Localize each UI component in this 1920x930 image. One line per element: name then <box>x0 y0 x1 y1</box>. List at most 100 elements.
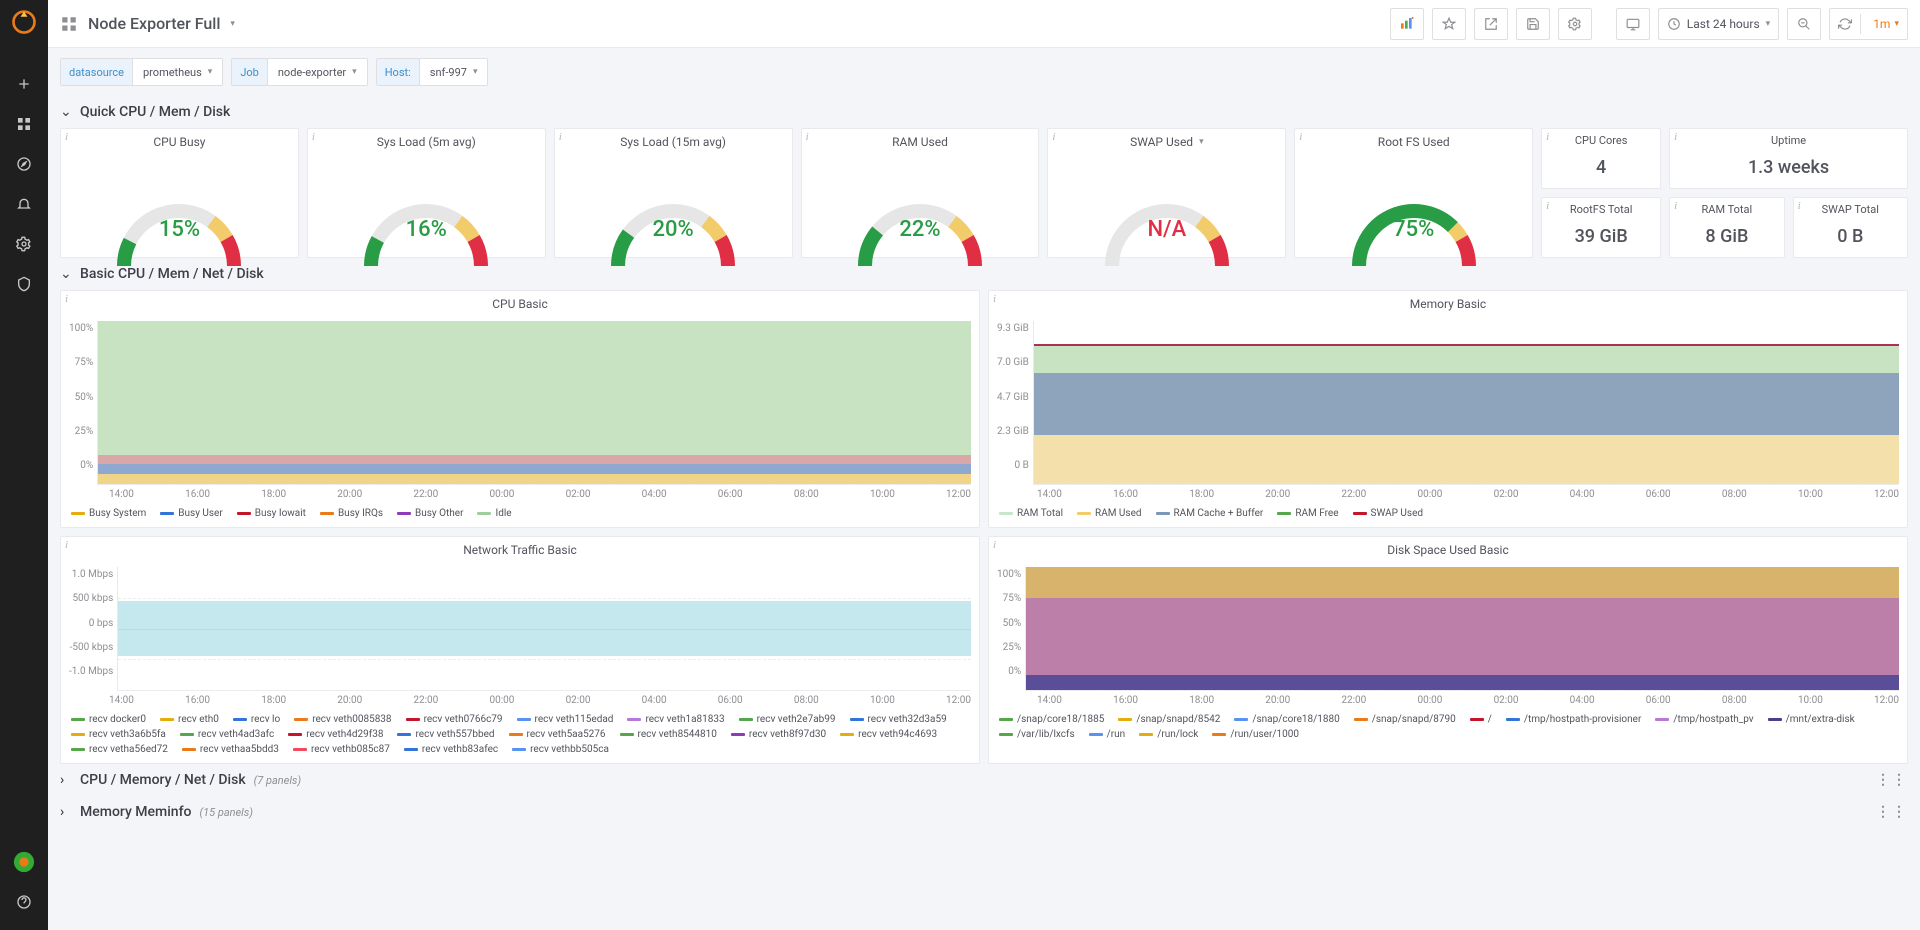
panel-info-icon[interactable]: i <box>65 539 68 551</box>
legend-item[interactable]: /tmp/hostpath-provisioner <box>1506 714 1641 725</box>
legend-item[interactable]: /run/lock <box>1139 729 1198 740</box>
legend-item[interactable]: Busy Other <box>397 508 463 519</box>
legend-item[interactable]: recv veth32d3a59 <box>850 714 947 725</box>
legend-item[interactable]: RAM Free <box>1277 508 1338 519</box>
legend-item[interactable]: Idle <box>477 508 511 519</box>
panel-info-icon[interactable]: i <box>1052 131 1055 143</box>
legend-item[interactable]: recv vetha56ed72 <box>71 744 168 755</box>
legend-item[interactable]: /snap/snapd/8790 <box>1354 714 1456 725</box>
legend-item[interactable]: /var/lib/lxcfs <box>999 729 1075 740</box>
var-datasource[interactable]: datasource prometheus▾ <box>60 58 223 86</box>
legend-item[interactable]: RAM Total <box>999 508 1063 519</box>
panel-info-icon[interactable]: i <box>65 131 68 143</box>
legend-item[interactable]: recv veth4ad3afc <box>180 729 274 740</box>
plot-area[interactable] <box>1033 321 1899 485</box>
share-button[interactable] <box>1474 8 1508 40</box>
legend-item[interactable]: recv veth3a6b5fa <box>71 729 166 740</box>
legend-item[interactable]: recv vethbb505ca <box>512 744 609 755</box>
legend-item[interactable]: recv eth0 <box>160 714 219 725</box>
legend-item[interactable]: SWAP Used <box>1353 508 1424 519</box>
legend-item[interactable]: recv veth5aa5276 <box>509 729 606 740</box>
legend-item[interactable]: /tmp/hostpath_pv <box>1655 714 1753 725</box>
panel-info-icon[interactable]: i <box>1299 131 1302 143</box>
legend-item[interactable]: Busy IRQs <box>320 508 383 519</box>
stat-cpu-cores[interactable]: iCPU Cores4 <box>1541 128 1661 189</box>
dashboard-title[interactable]: Node Exporter Full ▾ <box>60 14 235 33</box>
legend-item[interactable]: recv docker0 <box>71 714 146 725</box>
refresh-button[interactable]: 1m ▾ <box>1829 8 1908 40</box>
stat-swap-total[interactable]: iSWAP Total0 B <box>1793 197 1908 258</box>
nav-profile-icon[interactable] <box>0 842 48 882</box>
chart-panel-disk_basic[interactable]: iDisk Space Used Basic 100%75%50%25%0% 1… <box>988 536 1908 764</box>
nav-config-icon[interactable] <box>0 224 48 264</box>
row-menu-icon[interactable]: ⋮⋮ <box>1876 804 1908 820</box>
legend-item[interactable]: recv veth557bbed <box>397 729 494 740</box>
gauge-panel[interactable]: iSWAP Used▾ N/A <box>1047 128 1286 258</box>
legend-item[interactable]: / <box>1470 714 1492 725</box>
stat-ram-total[interactable]: iRAM Total8 GiB <box>1669 197 1784 258</box>
legend-item[interactable]: Busy System <box>71 508 146 519</box>
legend-item[interactable]: recv veth4d29f38 <box>288 729 383 740</box>
legend-item[interactable]: recv veth1a81833 <box>627 714 724 725</box>
stat-rootfs-total[interactable]: iRootFS Total39 GiB <box>1541 197 1661 258</box>
nav-explore-icon[interactable] <box>0 144 48 184</box>
legend-item[interactable]: recv veth0766c79 <box>406 714 503 725</box>
nav-admin-icon[interactable] <box>0 264 48 304</box>
gauge-panel[interactable]: iCPU Busy 15% <box>60 128 299 258</box>
var-job[interactable]: Job node-exporter▾ <box>231 58 367 86</box>
save-button[interactable] <box>1516 8 1550 40</box>
var-host[interactable]: Host: snf-997▾ <box>376 58 489 86</box>
gauge-panel[interactable]: iRAM Used 22% <box>801 128 1040 258</box>
legend-item[interactable]: recv veth0085838 <box>294 714 391 725</box>
add-panel-button[interactable] <box>1390 8 1424 40</box>
legend-item[interactable]: /snap/snapd/8542 <box>1118 714 1220 725</box>
star-button[interactable] <box>1432 8 1466 40</box>
gauge-panel[interactable]: iSys Load (5m avg) 16% <box>307 128 546 258</box>
legend-item[interactable]: recv veth94c4693 <box>840 729 937 740</box>
panel-info-icon[interactable]: i <box>993 539 996 551</box>
zoom-out-button[interactable] <box>1787 8 1821 40</box>
chart-panel-network_basic[interactable]: iNetwork Traffic Basic 1.0 Mbps500 kbps0… <box>60 536 980 764</box>
panel-info-icon[interactable]: i <box>806 131 809 143</box>
legend-item[interactable]: /snap/core18/1885 <box>999 714 1104 725</box>
nav-alerting-icon[interactable] <box>0 184 48 224</box>
legend-item[interactable]: recv vethb83afec <box>404 744 498 755</box>
row-meminfo-header[interactable]: › Memory Meminfo (15 panels) ⋮⋮ <box>60 796 1908 828</box>
grafana-logo-icon[interactable] <box>10 8 38 36</box>
legend-item[interactable]: recv veth2e7ab99 <box>739 714 836 725</box>
legend-item[interactable]: recv veth8544810 <box>620 729 717 740</box>
settings-button[interactable] <box>1558 8 1592 40</box>
legend-item[interactable]: recv vethaa5bdd3 <box>182 744 279 755</box>
row-menu-icon[interactable]: ⋮⋮ <box>1876 772 1908 788</box>
panel-info-icon[interactable]: i <box>65 293 68 305</box>
chart-panel-cpu_basic[interactable]: iCPU Basic 100%75%50%25%0% 14:0016:0018:… <box>60 290 980 528</box>
plot-area[interactable] <box>1025 567 1899 691</box>
legend-item[interactable]: recv veth115edad <box>517 714 614 725</box>
legend-item[interactable]: /snap/core18/1880 <box>1234 714 1339 725</box>
cycle-view-button[interactable] <box>1616 8 1650 40</box>
nav-add-icon[interactable] <box>0 64 48 104</box>
nav-help-icon[interactable] <box>0 882 48 922</box>
panel-info-icon[interactable]: i <box>312 131 315 143</box>
legend-item[interactable]: recv lo <box>233 714 280 725</box>
legend-item[interactable]: Busy Iowait <box>237 508 306 519</box>
legend-item[interactable]: recv vethb085c87 <box>293 744 390 755</box>
row-cpu-mem-header[interactable]: › CPU / Memory / Net / Disk (7 panels) ⋮… <box>60 764 1908 796</box>
panel-info-icon[interactable]: i <box>993 293 996 305</box>
legend-item[interactable]: RAM Cache + Buffer <box>1156 508 1264 519</box>
plot-area[interactable] <box>97 321 971 485</box>
row-quick-header[interactable]: ⌄ Quick CPU / Mem / Disk <box>60 96 1908 128</box>
panel-info-icon[interactable]: i <box>559 131 562 143</box>
legend-item[interactable]: /run <box>1089 729 1126 740</box>
legend-item[interactable]: recv veth8f97d30 <box>731 729 826 740</box>
nav-dashboards-icon[interactable] <box>0 104 48 144</box>
gauge-panel[interactable]: iSys Load (15m avg) 20% <box>554 128 793 258</box>
plot-area[interactable] <box>117 567 971 691</box>
gauge-panel[interactable]: iRoot FS Used 75% <box>1294 128 1533 258</box>
stat-uptime[interactable]: iUptime1.3 weeks <box>1669 128 1908 189</box>
time-range-picker[interactable]: Last 24 hours ▾ <box>1658 8 1779 40</box>
legend-item[interactable]: /run/user/1000 <box>1212 729 1299 740</box>
chart-panel-memory_basic[interactable]: iMemory Basic 9.3 GiB7.0 GiB4.7 GiB2.3 G… <box>988 290 1908 528</box>
legend-item[interactable]: Busy User <box>160 508 222 519</box>
legend-item[interactable]: RAM Used <box>1077 508 1141 519</box>
